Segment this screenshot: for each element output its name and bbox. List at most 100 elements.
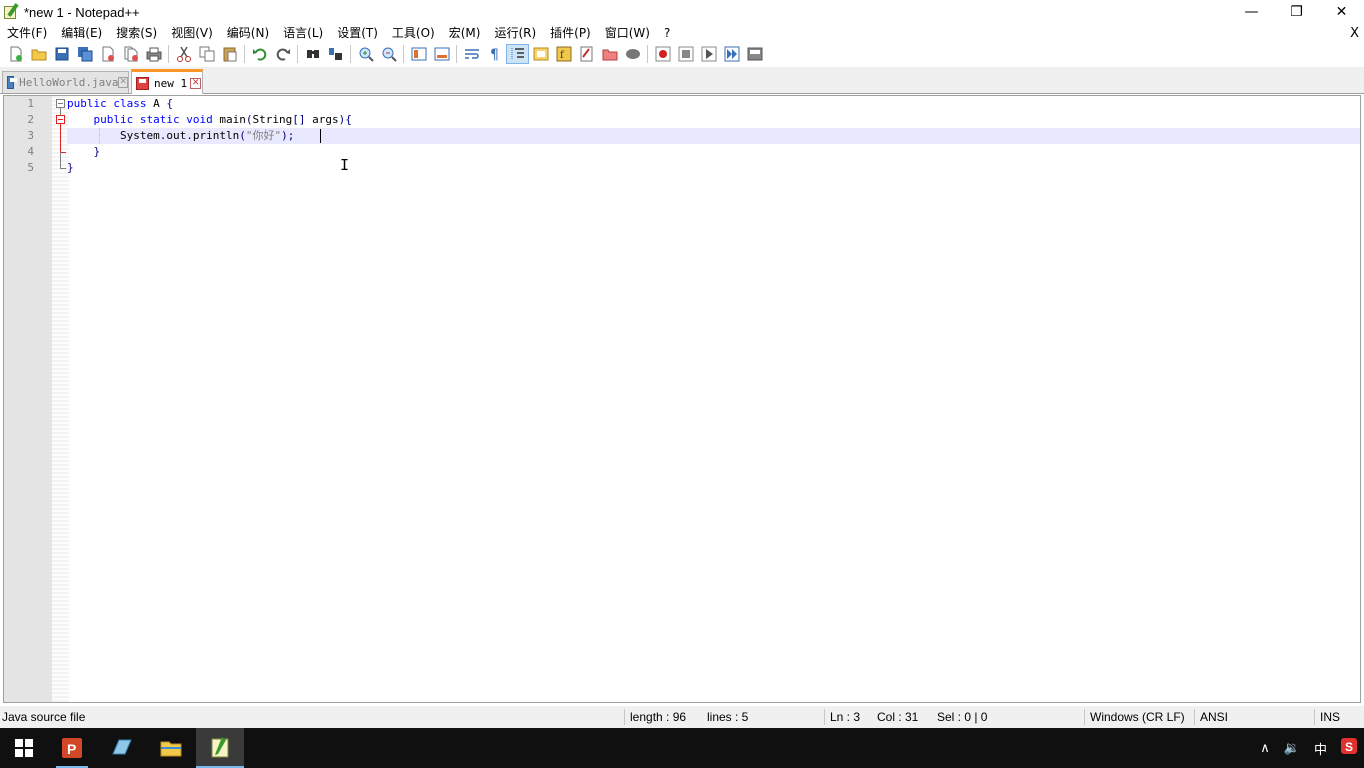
find-button[interactable]: [301, 44, 324, 64]
save-all-button[interactable]: [73, 44, 96, 64]
monitor-button[interactable]: [621, 44, 644, 64]
redo-button[interactable]: [271, 44, 294, 64]
function-list-button[interactable]: f: [552, 44, 575, 64]
taskbar-notepadpp[interactable]: [196, 728, 244, 768]
save-button[interactable]: [50, 44, 73, 64]
menu-window[interactable]: 窗口(W): [598, 24, 657, 43]
tab-helloworld[interactable]: HelloWorld.java ✕: [2, 71, 129, 93]
stop-record-button[interactable]: [674, 44, 697, 64]
code-token: main: [212, 113, 246, 126]
code-token: out: [166, 129, 187, 142]
code-token: public class: [67, 97, 147, 110]
indent-guide-button[interactable]: [506, 44, 529, 64]
menu-help[interactable]: ?: [657, 24, 677, 43]
fold-toggle-method[interactable]: [56, 115, 65, 124]
menu-encoding[interactable]: 编码(N): [220, 24, 276, 43]
code-line[interactable]: }: [67, 144, 1360, 160]
code-token: }: [67, 161, 74, 174]
project-panel-button[interactable]: [598, 44, 621, 64]
ime-indicator[interactable]: 中: [1307, 739, 1334, 758]
editor[interactable]: 1 2 3 4 5 public class A { public static…: [3, 95, 1361, 703]
record-macro-button[interactable]: [651, 44, 674, 64]
new-file-button[interactable]: [4, 44, 27, 64]
status-lines: lines : 5: [707, 710, 749, 724]
sync-horizontal-button[interactable]: [430, 44, 453, 64]
cut-button[interactable]: [172, 44, 195, 64]
new-file-icon: [10, 46, 22, 62]
close-file-button[interactable]: [96, 44, 119, 64]
status-insert-mode[interactable]: INS: [1320, 706, 1340, 728]
word-wrap-button[interactable]: [460, 44, 483, 64]
tray-chevron-icon[interactable]: ∧: [1253, 741, 1277, 756]
save-all-icon: [77, 47, 92, 62]
tab-label: HelloWorld.java: [19, 76, 119, 89]
play-macro-icon: [701, 46, 716, 62]
taskbar-file-explorer[interactable]: [147, 728, 195, 768]
menu-macro[interactable]: 宏(M): [442, 24, 488, 43]
volume-icon[interactable]: 🔉: [1277, 741, 1307, 756]
tab-close-icon[interactable]: ✕: [190, 77, 202, 89]
code-token: println: [192, 129, 240, 142]
undo-icon: [252, 48, 266, 61]
menu-plugins[interactable]: 插件(P): [543, 24, 598, 43]
notepadpp-icon: [211, 737, 229, 758]
close-all-button[interactable]: [119, 44, 142, 64]
zoom-out-button[interactable]: [377, 44, 400, 64]
zoom-in-button[interactable]: [354, 44, 377, 64]
menu-view[interactable]: 视图(V): [164, 24, 220, 43]
open-file-icon: [31, 49, 46, 61]
print-button[interactable]: [142, 44, 165, 64]
sogou-ime-icon[interactable]: S: [1334, 738, 1364, 758]
start-icon: [15, 739, 33, 757]
menu-language[interactable]: 语言(L): [276, 24, 330, 43]
folder-workspace-button[interactable]: [575, 44, 598, 64]
start-button[interactable]: [0, 728, 48, 768]
save-macro-icon: [747, 47, 762, 61]
copy-button[interactable]: [195, 44, 218, 64]
restore-button[interactable]: ❐: [1274, 0, 1319, 24]
doc-map-button[interactable]: [529, 44, 552, 64]
menu-edit[interactable]: 编辑(E): [54, 24, 109, 43]
code-token: }: [67, 145, 101, 158]
status-column: Col : 31: [877, 710, 919, 724]
toolbar-separator: [456, 45, 457, 63]
code-line[interactable]: System.out.println("你好");: [67, 128, 1360, 144]
status-encoding[interactable]: ANSI: [1200, 706, 1228, 728]
status-divider: [1194, 709, 1195, 725]
system-tray: ∧ 🔉 中 S: [1253, 728, 1364, 768]
code-line[interactable]: public static void main(String[] args){: [67, 112, 1360, 128]
open-file-button[interactable]: [27, 44, 50, 64]
play-macro-button[interactable]: [697, 44, 720, 64]
fold-toggle-class[interactable]: [56, 99, 65, 108]
taskbar-app[interactable]: [97, 728, 145, 768]
menu-search[interactable]: 搜索(S): [109, 24, 164, 43]
menu-run[interactable]: 运行(R): [487, 24, 543, 43]
menu-tools[interactable]: 工具(O): [385, 24, 442, 43]
save-macro-button[interactable]: [743, 44, 766, 64]
taskbar: P ∧ 🔉 中 S: [0, 728, 1364, 768]
run-macro-multiple-button[interactable]: [720, 44, 743, 64]
menu-file[interactable]: 文件(F): [0, 24, 54, 43]
fold-margin[interactable]: [52, 96, 69, 702]
tab-close-icon[interactable]: ✕: [118, 77, 128, 88]
close-document-button[interactable]: X: [1350, 24, 1359, 43]
status-eol[interactable]: Windows (CR LF): [1090, 706, 1185, 728]
taskbar-powerpoint[interactable]: P: [48, 728, 96, 768]
sync-vertical-button[interactable]: [407, 44, 430, 64]
status-selection: Sel : 0 | 0: [937, 710, 988, 724]
minimize-button[interactable]: —: [1229, 0, 1274, 24]
undo-button[interactable]: [248, 44, 271, 64]
code-line[interactable]: }: [67, 160, 1360, 176]
menu-settings[interactable]: 设置(T): [330, 24, 385, 43]
code-line[interactable]: public class A {: [67, 96, 1360, 112]
minimize-icon: —: [1244, 4, 1259, 20]
paste-button[interactable]: [218, 44, 241, 64]
sync-horizontal-icon: [434, 47, 449, 61]
close-button[interactable]: ✕: [1319, 0, 1364, 24]
cut-icon: [176, 46, 191, 62]
ibeam-cursor-icon: I: [340, 156, 350, 174]
replace-button[interactable]: [324, 44, 347, 64]
show-all-chars-button[interactable]: ¶: [483, 44, 506, 64]
tab-new-1[interactable]: new 1 ✕: [131, 69, 203, 94]
line-number: 5: [27, 161, 34, 174]
